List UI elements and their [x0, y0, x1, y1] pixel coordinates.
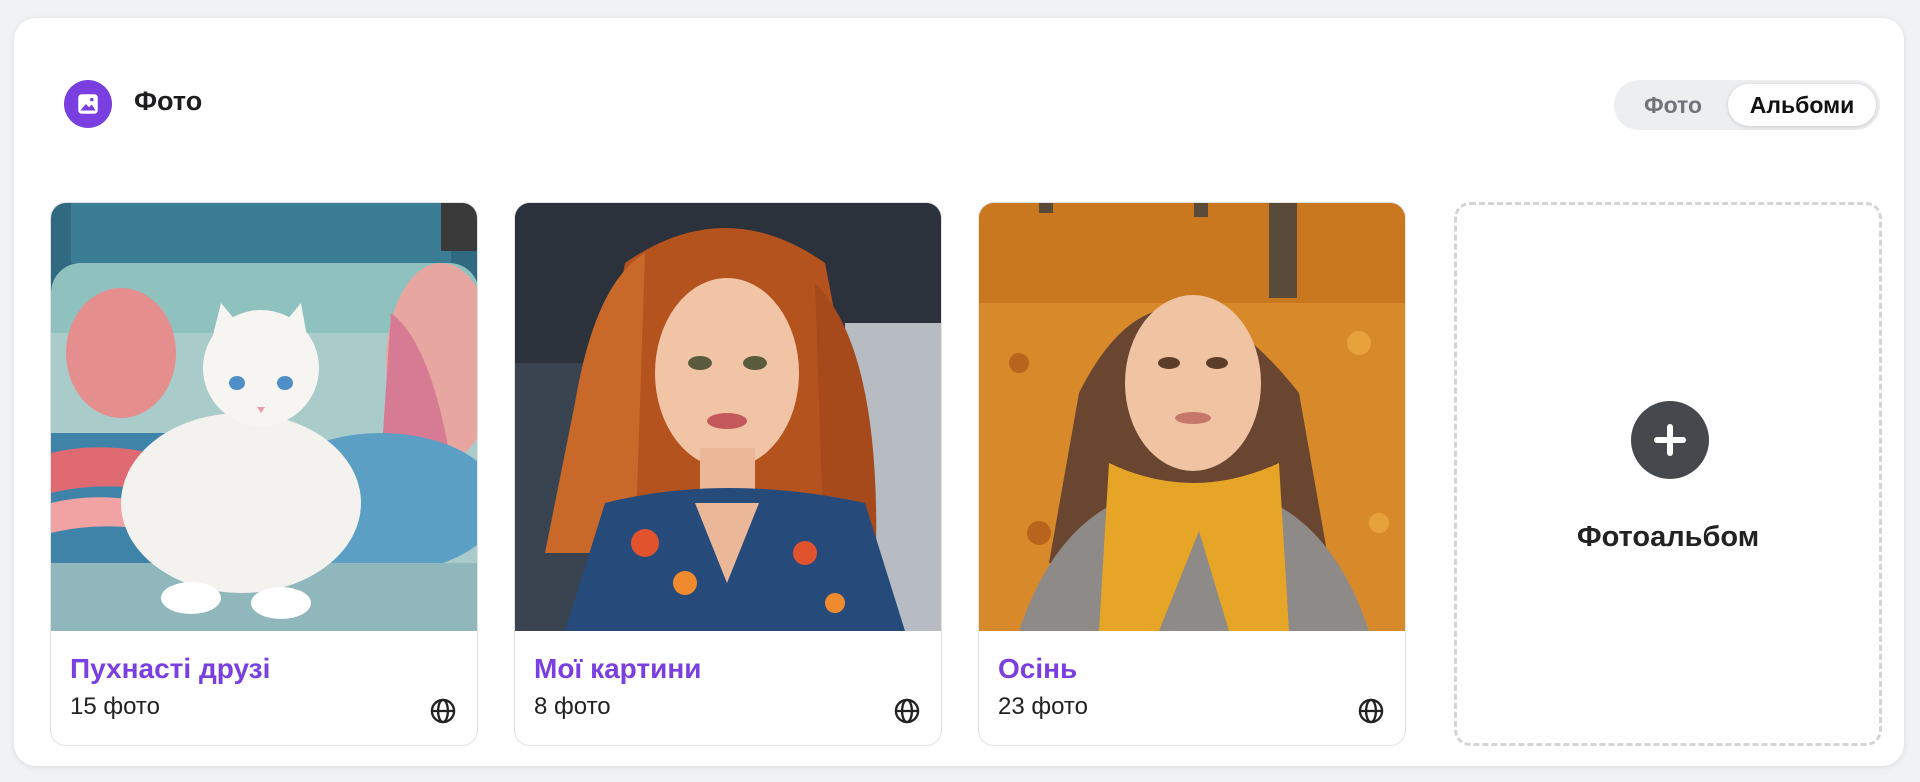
photo-section-icon [64, 80, 112, 128]
photos-panel: Фото Фото Альбоми Пухнасті друзі 15 фото… [14, 18, 1904, 766]
add-album-label: Фотоальбом [1576, 521, 1760, 553]
page-title: Фото [134, 86, 203, 116]
globe-icon [430, 698, 456, 724]
album-cover-image[interactable] [515, 203, 941, 631]
album-cover-image[interactable] [979, 203, 1405, 631]
album-photo-count: 23 фото [998, 693, 1088, 720]
album-card[interactable]: Мої картини 8 фото [514, 202, 942, 746]
album-title[interactable]: Осінь [998, 653, 1077, 685]
album-title[interactable]: Мої картини [534, 653, 701, 685]
album-card[interactable]: Осінь 23 фото [978, 202, 1406, 746]
album-title[interactable]: Пухнасті друзі [70, 653, 270, 685]
globe-icon [1358, 698, 1384, 724]
add-album-card[interactable]: Фотоальбом [1454, 202, 1882, 746]
album-cover-image[interactable] [51, 203, 477, 631]
toggle-albums[interactable]: Альбоми [1728, 84, 1876, 126]
album-card[interactable]: Пухнасті друзі 15 фото [50, 202, 478, 746]
toggle-photos[interactable]: Фото [1618, 84, 1728, 126]
image-icon [78, 94, 98, 114]
plus-icon [1654, 424, 1686, 456]
view-toggle: Фото Альбоми [1614, 80, 1880, 130]
album-photo-count: 8 фото [534, 693, 611, 720]
globe-icon [894, 698, 920, 724]
add-album-button[interactable] [1631, 401, 1709, 479]
album-photo-count: 15 фото [70, 693, 160, 720]
